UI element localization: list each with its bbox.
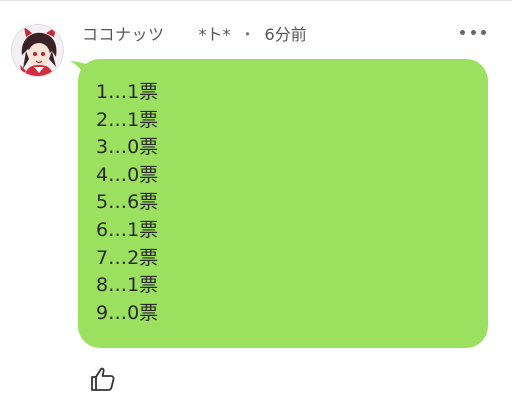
post-time: 6分前 [264,25,307,44]
list-item: 8…1票 [96,274,159,297]
list-item: 6…1票 [96,218,159,241]
meta-separator: ・ [239,25,256,44]
avatar-image [12,25,63,76]
list-item: 5…6票 [96,191,159,214]
message-post: ココナッツ *ト* ・ 6分前 1…1票 2…1票 3…0票 4…0票 5…6票… [0,0,512,416]
list-item: 4…0票 [96,163,159,186]
author-name[interactable]: ココナッツ [82,21,165,45]
post-header: ココナッツ *ト* ・ 6分前 [82,20,307,46]
message-bubble[interactable]: 1…1票 2…1票 3…0票 4…0票 5…6票 6…1票 7…2票 8…1票 … [78,59,488,348]
list-item: 2…1票 [96,108,159,131]
list-item: 7…2票 [96,246,159,269]
list-item: 9…0票 [96,301,159,324]
more-dots-icon[interactable] [460,24,486,40]
like-button[interactable] [90,366,116,392]
divider [0,0,512,1]
avatar[interactable] [11,24,64,77]
list-item: 1…1票 [96,81,159,103]
author-tag: *ト* [198,25,231,44]
thumbs-up-icon [91,367,115,391]
vote-results-list: 1…1票 2…1票 3…0票 4…0票 5…6票 6…1票 7…2票 8…1票 … [96,79,470,327]
list-item: 3…0票 [96,136,159,159]
